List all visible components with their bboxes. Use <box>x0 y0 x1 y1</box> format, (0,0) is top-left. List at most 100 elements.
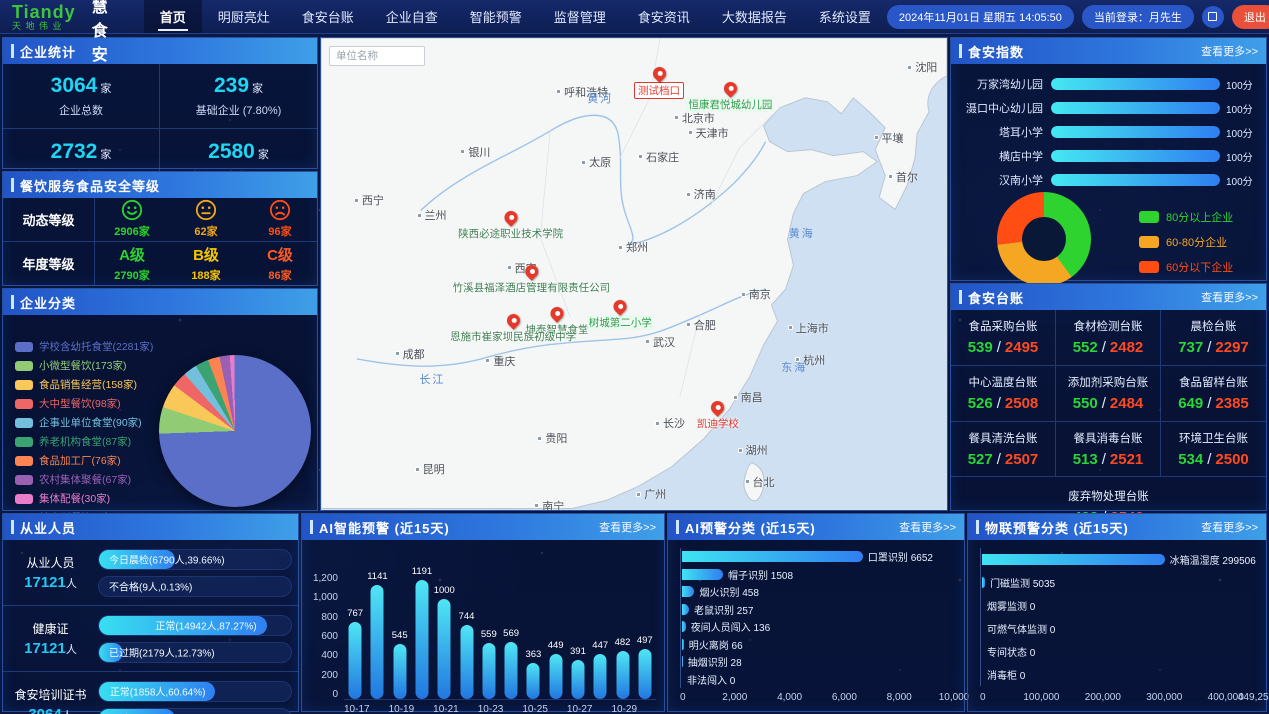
water-label-东海: 东海 <box>781 359 807 375</box>
map-marker[interactable]: 测试档口 <box>634 67 684 99</box>
city-label-兰州: 兰州 <box>417 207 447 223</box>
panel-title: 餐饮服务食品安全等级 <box>20 176 160 195</box>
nav-item-食安资讯[interactable]: 食安资讯 <box>622 0 706 33</box>
legend-item[interactable]: 小微型餐饮(173家) <box>15 356 153 375</box>
city-dot <box>907 65 912 70</box>
panel-title: AI智能预警 (近15天) <box>319 518 450 537</box>
map-marker[interactable]: 恩施市崔家坝民族初级中学 <box>450 314 576 344</box>
legend-item[interactable]: 养老机构食堂(87家) <box>15 432 153 451</box>
pie-legend: 学校含幼托食堂(2281家)小微型餐饮(173家)食品销售经营(158家)大中型… <box>15 337 153 527</box>
view-more-link[interactable]: 查看更多>> <box>1201 289 1258 305</box>
marker-label: 恒康君悦城幼儿园 <box>686 97 774 112</box>
iot-category-chart: 冰箱温湿度 299506门磁监测 5035烟雾监测 0可燃气体监测 0专间状态 … <box>968 540 1266 711</box>
city-name: 郑州 <box>626 239 648 255</box>
count-unit: 人 <box>66 644 77 656</box>
city-name: 平壤 <box>882 130 904 146</box>
city-dot <box>655 421 660 426</box>
nav-item-监督管理[interactable]: 监督管理 <box>538 0 622 33</box>
x-tick-label: 4,000 <box>777 692 802 703</box>
bar-label: 口罩识别 6652 <box>868 549 933 564</box>
bar <box>371 585 384 699</box>
bar-value-label: 767 <box>347 608 363 619</box>
map-marker[interactable]: 陕西必途职业技术学院 <box>458 211 563 241</box>
bar-value-label: 744 <box>459 611 475 622</box>
hbar-rows: 口罩识别 6652帽子识别 1508烟火识别 458老鼠识别 257夜间人员闯入… <box>680 548 954 688</box>
city-dot <box>460 149 465 154</box>
nav-item-智能预警[interactable]: 智能预警 <box>454 0 538 33</box>
progress-text: 已过期(1206人,39.36%) <box>109 711 215 714</box>
y-tick-label: 1,200 <box>306 574 338 584</box>
nav-item-大数据报告[interactable]: 大数据报告 <box>706 0 803 33</box>
nav-item-首页[interactable]: 首页 <box>144 0 202 33</box>
map-marker[interactable]: 凯迪学校 <box>697 401 739 431</box>
bar <box>638 649 651 699</box>
water-label-黄河: 黄河 <box>587 90 613 106</box>
bar-value-label: 391 <box>570 646 586 657</box>
legend-label: 食品加工厂(76家) <box>39 453 121 468</box>
grade-label: A级 <box>119 244 145 265</box>
slash: / <box>993 395 1005 412</box>
map-search-input[interactable] <box>329 46 425 66</box>
map-marker[interactable]: 树城第二小学 <box>587 300 654 330</box>
view-more-link[interactable]: 查看更多>> <box>1201 519 1258 535</box>
nav-item-食安台账[interactable]: 食安台账 <box>286 0 370 33</box>
y-tick-label: 200 <box>306 671 338 681</box>
map-marker[interactable]: 竹溪县福泽酒店管理有限责任公司 <box>453 265 611 295</box>
city-name: 银川 <box>468 144 490 160</box>
ledger-values: 526/2508 <box>968 395 1039 412</box>
city-label-合肥: 合肥 <box>686 317 716 333</box>
ledger-label: 食材检测台账 <box>1074 318 1143 334</box>
datetime-display: 2024年11月01日 星期五 14:05:50 <box>887 5 1074 29</box>
total-count: 2482 <box>1110 339 1143 356</box>
bar <box>415 580 428 699</box>
stat-value: 2580家 <box>208 140 269 164</box>
city-dot <box>417 213 422 218</box>
x-tick-label: 10-25 <box>522 704 548 714</box>
legend-item[interactable]: 60-80分企业 <box>1139 229 1233 254</box>
logout-button[interactable]: 退出 <box>1232 5 1269 29</box>
legend-item[interactable]: 食品销售经营(158家) <box>15 375 153 394</box>
view-more-link[interactable]: 查看更多>> <box>1201 43 1258 59</box>
progress-text: 今日晨检(6790人,39.66%) <box>109 552 225 567</box>
index-bar-row: 塔耳小学100分 <box>951 120 1266 144</box>
nav-item-企业自查[interactable]: 企业自查 <box>370 0 454 33</box>
y-tick-label: 600 <box>306 632 338 642</box>
ai-warning-chart: 1,2001,0008006004002000 7671141545119110… <box>302 540 664 711</box>
bar-value-label: 363 <box>525 649 541 660</box>
bar-label: 烟雾监测 0 <box>987 598 1035 613</box>
legend-item[interactable]: 80分以上企业 <box>1139 204 1233 229</box>
legend-item[interactable]: 食品加工厂(76家) <box>15 451 153 470</box>
nav-item-明厨亮灶[interactable]: 明厨亮灶 <box>202 0 286 33</box>
city-name: 南宁 <box>542 498 564 512</box>
china-map[interactable]: 沈阳呼和浩特北京市天津市平壤首尔银川石家庄太原济南西宁兰州郑州西安南京合肥上海市… <box>320 37 948 511</box>
unit-name: 塔耳小学 <box>957 124 1051 140</box>
legend-item[interactable]: 企事业单位食堂(90家) <box>15 413 153 432</box>
legend-item[interactable]: 学校含幼托食堂(2281家) <box>15 337 153 356</box>
x-tick-label <box>459 704 478 714</box>
legend-item[interactable]: 60分以下企业 <box>1139 254 1233 279</box>
safety-level-row: 年度等级A级2790家B级188家C级86家 <box>3 242 317 286</box>
legend-item[interactable]: 农村集体聚餐(67家) <box>15 470 153 489</box>
fullscreen-button[interactable] <box>1202 6 1224 28</box>
x-tick-label: 10-21 <box>433 704 459 714</box>
legend-label: 60分以下企业 <box>1166 259 1233 275</box>
x-tick-label: 200,000 <box>1085 692 1121 703</box>
city-label-济南: 济南 <box>686 186 716 202</box>
x-tick-label <box>592 704 611 714</box>
bar-fill <box>1051 78 1220 90</box>
progress-bar: 正常(1858人,60.64%) <box>98 681 292 702</box>
map-marker[interactable]: 恒康君悦城幼儿园 <box>686 82 774 112</box>
bar <box>527 663 540 699</box>
current-user-badge: 当前登录：月先生 <box>1082 5 1194 29</box>
view-more-link[interactable]: 查看更多>> <box>599 519 656 535</box>
view-more-link[interactable]: 查看更多>> <box>899 519 956 535</box>
city-dot <box>741 292 746 297</box>
legend-item[interactable]: 大中型餐饮(98家) <box>15 394 153 413</box>
group-name: 食安培训证书 <box>3 686 98 703</box>
city-name: 首尔 <box>896 169 918 185</box>
nav-item-系统设置[interactable]: 系统设置 <box>803 0 887 33</box>
legend-item[interactable]: 集体配餐(30家) <box>15 489 153 508</box>
progress-bar: 正常(14942人,87.27%) <box>98 615 292 636</box>
x-tick-label: 8,000 <box>887 692 912 703</box>
panel-header: 从业人员 <box>3 514 298 540</box>
